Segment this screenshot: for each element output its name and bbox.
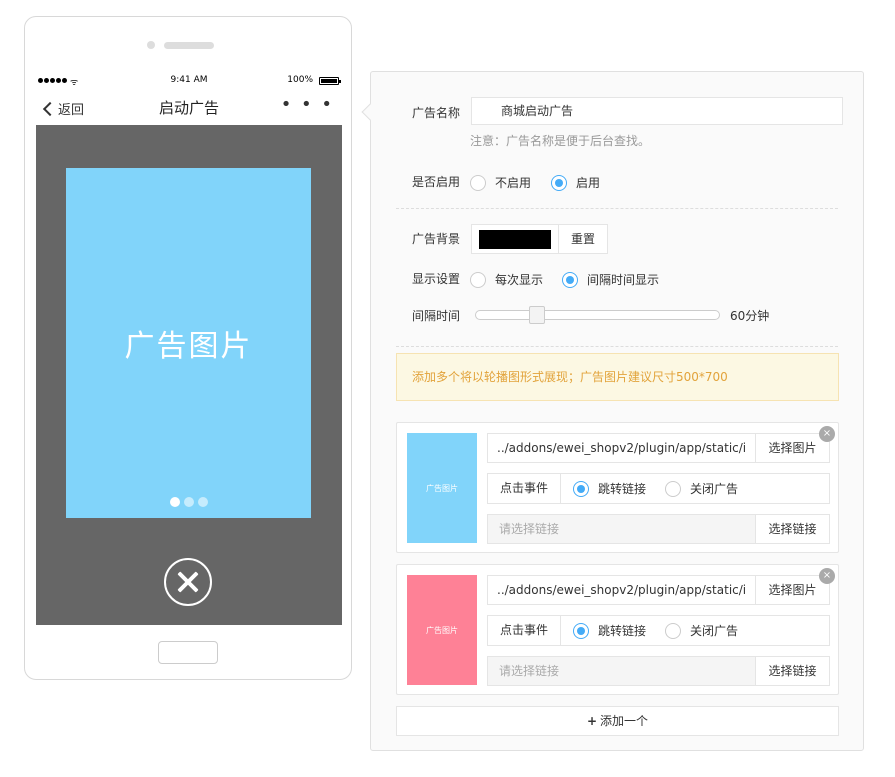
interval-value: 60分钟 <box>730 309 770 323</box>
radio-interval[interactable]: 间隔时间显示 <box>562 271 659 288</box>
ad-image-label: 广告图片 <box>124 329 253 364</box>
select-image-button[interactable]: 选择图片 <box>755 433 830 463</box>
radio-circle-checked <box>551 174 568 191</box>
plus-icon: + <box>586 714 598 728</box>
bg-color-picker[interactable] <box>471 224 559 254</box>
select-image-button[interactable]: 选择图片 <box>755 575 830 605</box>
phone-preview: ᯤ 9:41 AM 100% 返回 启动广告 • • • 广告图片 <box>24 16 352 680</box>
name-hint: 注意：广告名称是便于后台查找。 <box>470 134 651 148</box>
ad-thumbnail[interactable]: 广告图片 <box>407 575 477 685</box>
event-radio-group: 跳转链接 关闭广告 <box>573 480 738 497</box>
radio-circle <box>665 480 682 497</box>
select-link-button[interactable]: 选择链接 <box>755 514 830 544</box>
more-icon[interactable]: • • • <box>281 94 334 115</box>
click-event-row: 点击事件 跳转链接 关闭广告 <box>487 473 830 504</box>
carousel-dot[interactable] <box>169 497 180 507</box>
radio-circle-checked <box>573 622 589 639</box>
status-bar: ᯤ 9:41 AM 100% <box>37 75 341 89</box>
radio-circle <box>665 622 682 639</box>
event-label: 点击事件 <box>488 474 561 503</box>
ad-name-input[interactable]: 商城启动广告 <box>471 97 843 125</box>
radio-disable-label: 不启用 <box>495 176 532 190</box>
radio-close-ad-label: 关闭广告 <box>690 624 739 638</box>
radio-jump-link-label: 跳转链接 <box>598 624 647 638</box>
radio-jump-link-label: 跳转链接 <box>598 482 647 496</box>
link-input[interactable]: 请选择链接 <box>487 656 756 686</box>
ad-image-preview[interactable]: 广告图片 <box>66 168 311 518</box>
select-link-button[interactable]: 选择链接 <box>755 656 830 686</box>
carousel-dot[interactable] <box>197 497 208 507</box>
speaker-grill <box>164 42 214 49</box>
reset-color-button[interactable]: 重置 <box>558 224 608 254</box>
radio-circle-checked <box>573 480 589 497</box>
radio-jump-link[interactable]: 跳转链接 <box>573 622 646 639</box>
carousel-dots <box>66 497 311 507</box>
radio-disable[interactable]: 不启用 <box>470 174 531 191</box>
remove-ad-icon[interactable]: × <box>819 568 835 584</box>
radio-enable[interactable]: 启用 <box>551 174 600 191</box>
battery-text: 100% <box>287 75 313 85</box>
radio-interval-label: 间隔时间显示 <box>587 273 660 287</box>
bg-label: 广告背景 <box>412 232 461 246</box>
slider-handle[interactable] <box>528 306 545 324</box>
image-path-input[interactable]: ../addons/ewei_shopv2/plugin/app/static/… <box>487 433 756 463</box>
enable-radio-group: 不启用 启用 <box>470 174 600 191</box>
panel-pointer <box>361 103 379 121</box>
click-event-row: 点击事件 跳转链接 关闭广告 <box>487 615 830 646</box>
link-input[interactable]: 请选择链接 <box>487 514 756 544</box>
interval-slider[interactable] <box>475 306 720 324</box>
add-ad-label: 添加一个 <box>600 714 649 728</box>
camera-dot <box>147 41 155 49</box>
event-radio-group: 跳转链接 关闭广告 <box>573 622 738 639</box>
remove-ad-icon[interactable]: × <box>819 426 835 442</box>
radio-close-ad-label: 关闭广告 <box>690 482 739 496</box>
radio-jump-link[interactable]: 跳转链接 <box>573 480 646 497</box>
radio-close-ad[interactable]: 关闭广告 <box>665 622 738 639</box>
thumb-label: 广告图片 <box>426 483 458 493</box>
ad-screen: 广告图片 <box>36 125 342 625</box>
image-path-input[interactable]: ../addons/ewei_shopv2/plugin/app/static/… <box>487 575 756 605</box>
battery-icon <box>319 77 341 85</box>
radio-circle-checked <box>562 271 579 288</box>
ad-settings-panel: 广告名称 商城启动广告 注意：广告名称是便于后台查找。 是否启用 不启用 启用 … <box>361 71 864 751</box>
radio-circle <box>470 174 486 191</box>
name-label: 广告名称 <box>412 106 461 120</box>
display-label: 显示设置 <box>412 272 461 286</box>
ad-thumbnail[interactable]: 广告图片 <box>407 433 477 543</box>
divider <box>396 208 838 209</box>
radio-circle <box>470 271 486 288</box>
home-button[interactable] <box>158 641 218 664</box>
divider <box>396 346 838 347</box>
close-ad-icon[interactable] <box>164 558 212 606</box>
radio-enable-label: 启用 <box>576 176 601 190</box>
thumb-label: 广告图片 <box>426 625 458 635</box>
interval-label: 间隔时间 <box>412 309 461 323</box>
radio-close-ad[interactable]: 关闭广告 <box>665 480 738 497</box>
ad-item-card: 广告图片 ../addons/ewei_shopv2/plugin/app/st… <box>396 564 839 695</box>
display-radio-group: 每次显示 间隔时间显示 <box>470 271 659 288</box>
ad-item-card: 广告图片 ../addons/ewei_shopv2/plugin/app/st… <box>396 422 839 553</box>
event-label: 点击事件 <box>488 616 561 645</box>
carousel-dot[interactable] <box>183 497 194 507</box>
notice-banner: 添加多个将以轮播图形式展现；广告图片建议尺寸500*700 <box>396 353 839 401</box>
phone-navbar: 返回 启动广告 • • • <box>36 94 342 123</box>
radio-every-time[interactable]: 每次显示 <box>470 271 543 288</box>
enable-label: 是否启用 <box>412 175 461 189</box>
radio-every-time-label: 每次显示 <box>495 273 544 287</box>
color-swatch <box>479 230 551 249</box>
add-ad-button[interactable]: + 添加一个 <box>396 706 839 736</box>
